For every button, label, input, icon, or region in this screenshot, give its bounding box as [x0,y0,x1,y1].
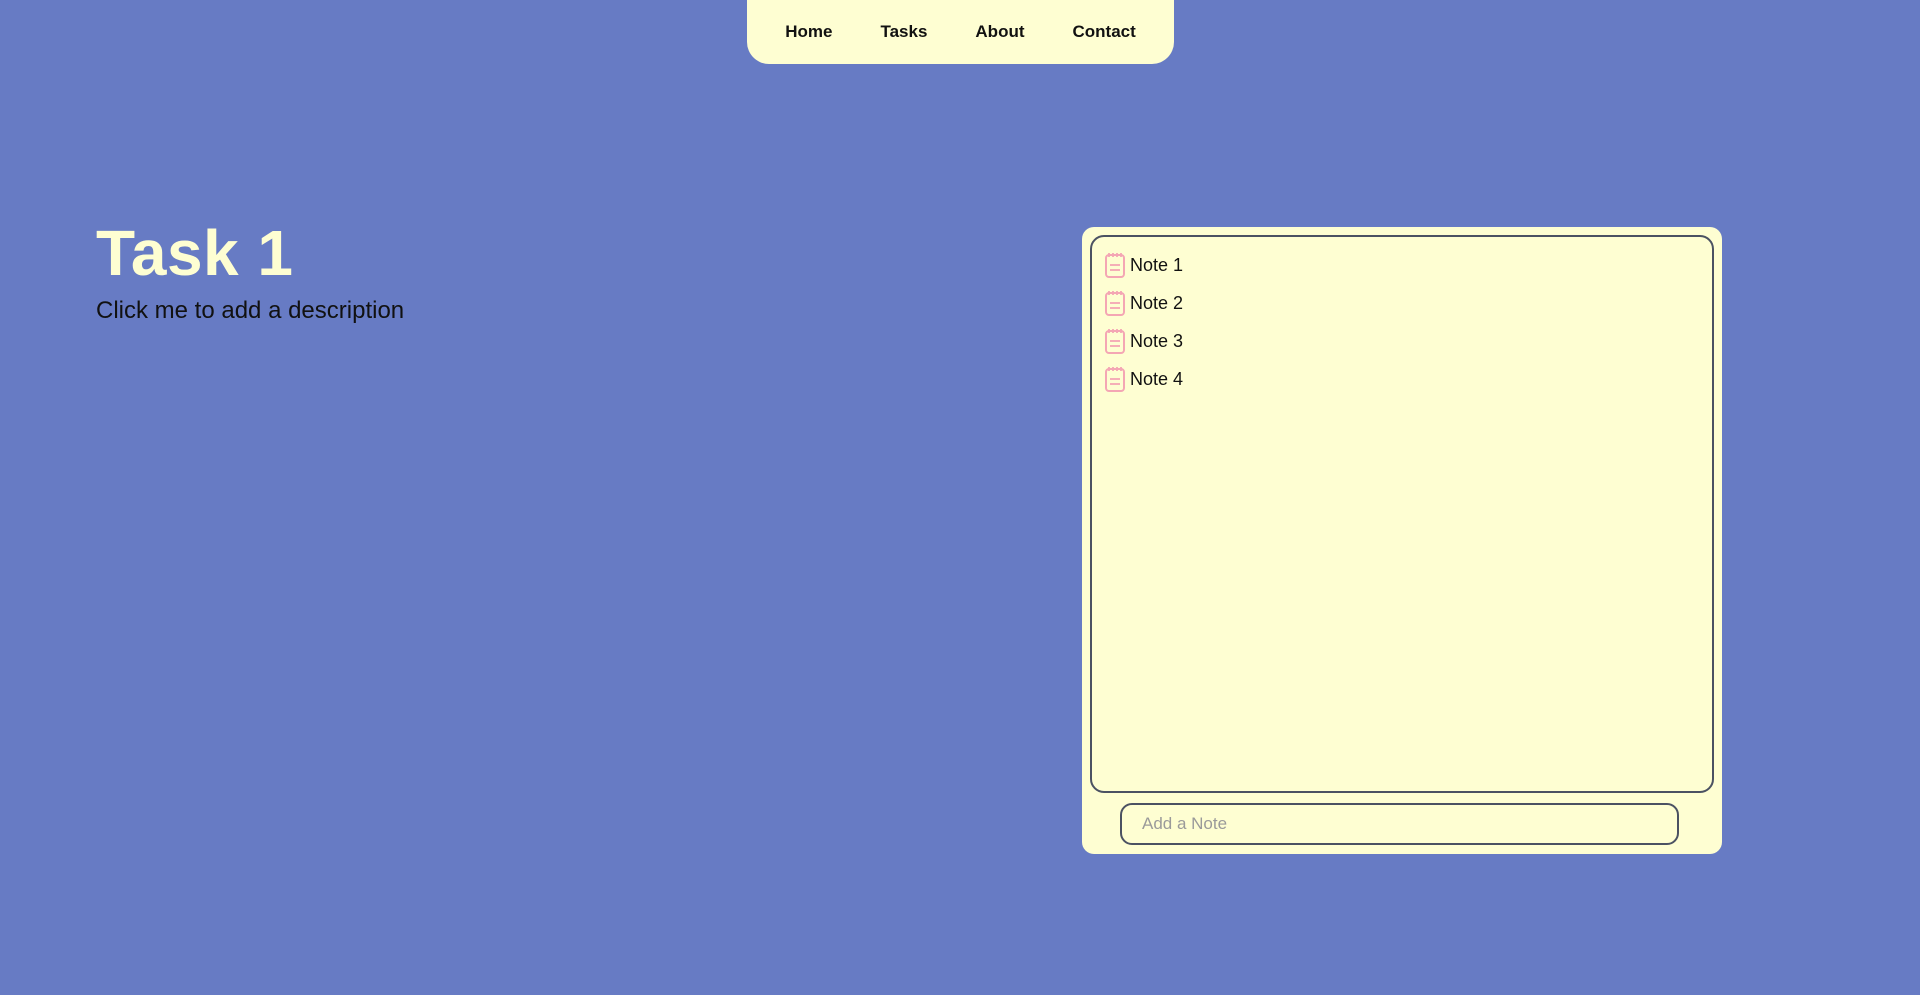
notepad-icon [1103,326,1127,356]
task-title: Task 1 [96,217,294,289]
top-nav: Home Tasks About Contact [747,0,1174,64]
notes-list: Note 1 Note 2 Note 3 Note 4 [1092,237,1712,398]
note-label: Note 2 [1130,292,1184,313]
notepad-icon [1103,250,1127,280]
notes-panel: Note 1 Note 2 Note 3 Note 4 Add a Note [1082,227,1722,854]
note-item-3[interactable]: Note 3 [1103,322,1712,360]
task-description[interactable]: Click me to add a description [96,297,404,325]
note-item-1[interactable]: Note 1 [1103,246,1712,284]
note-item-4[interactable]: Note 4 [1103,360,1712,398]
nav-contact-link[interactable]: Contact [1073,22,1136,42]
nav-home-link[interactable]: Home [785,22,832,42]
notes-list-box[interactable]: Note 1 Note 2 Note 3 Note 4 [1090,235,1714,793]
note-item-2[interactable]: Note 2 [1103,284,1712,322]
note-label: Note 1 [1130,254,1184,275]
notepad-icon [1103,364,1127,394]
note-label: Note 4 [1130,368,1184,389]
notepad-icon [1103,288,1127,318]
nav-about-link[interactable]: About [975,22,1024,42]
page: Home Tasks About Contact Task 1 Click me… [0,0,1920,995]
nav-tasks-link[interactable]: Tasks [880,22,927,42]
note-label: Note 3 [1130,330,1184,351]
add-note-input[interactable] [1120,803,1679,845]
